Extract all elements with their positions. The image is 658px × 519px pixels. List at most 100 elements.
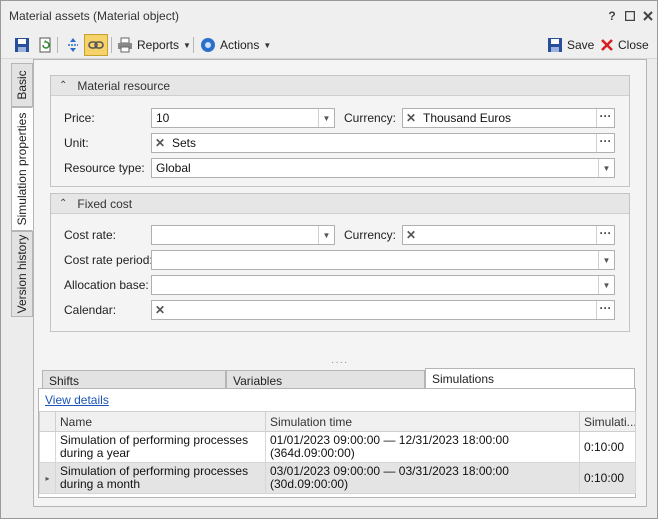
currency-field[interactable]: ✕ Thousand Euros ··· — [402, 108, 615, 128]
dropdown-arrow-icon[interactable]: ▼ — [598, 251, 614, 269]
tab-simulation-properties[interactable]: Simulation properties — [11, 107, 33, 231]
resource-type-select[interactable]: Global ▼ — [151, 158, 615, 178]
red-x-icon — [601, 39, 613, 51]
clear-icon[interactable]: ✕ — [152, 303, 168, 317]
ellipsis-icon[interactable]: ··· — [596, 226, 614, 244]
printer-icon — [118, 37, 132, 53]
cost-rate-input[interactable]: ▼ — [151, 225, 335, 245]
fixed-cost-header[interactable]: ⌃ Fixed cost — [51, 194, 629, 214]
dropdown-arrow-icon[interactable]: ▼ — [598, 159, 614, 177]
row-indicator — [39, 431, 56, 463]
reports-menu[interactable]: Reports ▼ — [114, 34, 194, 56]
fixed-currency-field[interactable]: ✕ ··· — [402, 225, 615, 245]
cell-name[interactable]: Simulation of performing processes durin… — [55, 462, 266, 494]
price-input[interactable]: 10 ▼ — [151, 108, 335, 128]
table-header: Name Simulation time Simulati... — [39, 411, 636, 432]
allocation-base-label: Allocation base: — [64, 278, 149, 292]
table-row[interactable]: Simulation of performing processes durin… — [39, 431, 636, 463]
tab-shifts[interactable]: Shifts — [42, 370, 226, 390]
cost-rate-period-select[interactable]: ▼ — [151, 250, 615, 270]
calendar-row: Calendar: ✕ ··· — [51, 300, 629, 320]
content-area: ⌃ Material resource Price: 10 ▼ Currency… — [33, 59, 647, 507]
calendar-field[interactable]: ✕ ··· — [151, 300, 615, 320]
maximize-icon — [624, 10, 636, 22]
clear-icon[interactable]: ✕ — [403, 228, 419, 242]
splitter-grip[interactable]: ···· — [331, 357, 348, 368]
cost-rate-period-row: Cost rate period: ▼ — [51, 250, 629, 270]
expand-button[interactable] — [62, 34, 84, 56]
bottom-tabs: Shifts Variables Simulations — [42, 368, 636, 390]
actions-label: Actions — [220, 38, 260, 52]
material-resource-group: ⌃ Material resource Price: 10 ▼ Currency… — [50, 75, 630, 187]
toolbar-separator — [193, 37, 194, 53]
view-details-link[interactable]: View details — [45, 393, 109, 407]
floppy-disk-icon — [15, 38, 29, 52]
calendar-label: Calendar: — [64, 303, 117, 317]
cell-duration[interactable]: 0:10:00 — [579, 462, 636, 494]
row-pointer-icon: ▸ — [39, 462, 56, 494]
close-button[interactable]: Close — [597, 34, 652, 56]
chevron-down-icon: ▼ — [263, 40, 272, 50]
cost-rate-label: Cost rate: — [64, 228, 117, 242]
ellipsis-icon[interactable]: ··· — [596, 301, 614, 319]
actions-menu[interactable]: Actions ▼ — [197, 34, 274, 56]
ellipsis-icon[interactable]: ··· — [596, 134, 614, 152]
currency-label: Currency: — [344, 228, 397, 242]
column-header-name[interactable]: Name — [55, 411, 266, 432]
gear-globe-icon — [201, 38, 215, 52]
column-header-simulation-time[interactable]: Simulation time — [265, 411, 580, 432]
expand-vertical-icon — [68, 38, 78, 52]
allocation-base-select[interactable]: ▼ — [151, 275, 615, 295]
ellipsis-icon[interactable]: ··· — [596, 109, 614, 127]
clear-icon[interactable]: ✕ — [152, 136, 168, 150]
title-bar: Material assets (Material object) ? — [1, 1, 657, 31]
link-button[interactable] — [84, 34, 108, 56]
cell-simulation-time[interactable]: 03/01/2023 09:00:00 — 03/31/2023 18:00:0… — [265, 462, 580, 494]
tab-simulations[interactable]: Simulations — [425, 368, 635, 390]
window: Material assets (Material object) ? Repo… — [0, 0, 658, 519]
refresh-button[interactable] — [34, 34, 56, 56]
cost-rate-row: Cost rate: ▼ Currency: ✕ ··· — [51, 225, 629, 245]
fixed-cost-group: ⌃ Fixed cost Cost rate: ▼ Currency: ✕ ··… — [50, 193, 630, 332]
price-row: Price: 10 ▼ Currency: ✕ Thousand Euros ·… — [51, 108, 629, 128]
column-header-simulation-duration[interactable]: Simulati... — [579, 411, 636, 432]
save-button[interactable]: Save — [544, 34, 597, 56]
simulations-table: Name Simulation time Simulati... Simulat… — [39, 411, 636, 494]
unit-label: Unit: — [64, 136, 89, 150]
toolbar: Reports ▼ Actions ▼ Save Close — [1, 31, 657, 59]
price-label: Price: — [64, 111, 95, 125]
cell-name[interactable]: Simulation of performing processes durin… — [55, 431, 266, 463]
help-button[interactable]: ? — [604, 8, 620, 24]
refresh-document-icon — [39, 37, 51, 53]
reports-label: Reports — [137, 38, 180, 52]
close-icon — [643, 11, 653, 21]
floppy-disk-icon — [548, 38, 562, 52]
simulations-panel: View details Name Simulation time Simula… — [38, 388, 636, 498]
allocation-base-row: Allocation base: ▼ — [51, 275, 629, 295]
tab-basic[interactable]: Basic — [11, 63, 33, 107]
toolbar-separator — [57, 37, 58, 53]
dropdown-arrow-icon[interactable]: ▼ — [598, 276, 614, 294]
material-resource-header[interactable]: ⌃ Material resource — [51, 76, 629, 96]
tab-variables[interactable]: Variables — [226, 370, 425, 390]
currency-label: Currency: — [344, 111, 397, 125]
close-label: Close — [618, 38, 649, 52]
tab-version-history[interactable]: Version history — [11, 231, 33, 317]
unit-row: Unit: ✕ Sets ··· — [51, 133, 629, 153]
table-row[interactable]: ▸ Simulation of performing processes dur… — [39, 462, 636, 494]
close-window-button[interactable] — [640, 8, 656, 24]
cell-simulation-time[interactable]: 01/01/2023 09:00:00 — 12/31/2023 18:00:0… — [265, 431, 580, 463]
dropdown-arrow-icon[interactable]: ▼ — [318, 109, 334, 127]
save-label: Save — [567, 38, 595, 52]
link-icon — [88, 41, 104, 49]
dropdown-arrow-icon[interactable]: ▼ — [318, 226, 334, 244]
maximize-button[interactable] — [622, 8, 638, 24]
cell-duration[interactable]: 0:10:00 — [579, 431, 636, 463]
save-icon-button[interactable] — [11, 34, 33, 56]
cost-rate-period-label: Cost rate period: — [64, 253, 153, 267]
resource-type-label: Resource type: — [64, 161, 145, 175]
toolbar-separator — [111, 37, 112, 53]
clear-icon[interactable]: ✕ — [403, 111, 419, 125]
chevron-up-icon: ⌃ — [59, 80, 68, 91]
unit-field[interactable]: ✕ Sets ··· — [151, 133, 615, 153]
